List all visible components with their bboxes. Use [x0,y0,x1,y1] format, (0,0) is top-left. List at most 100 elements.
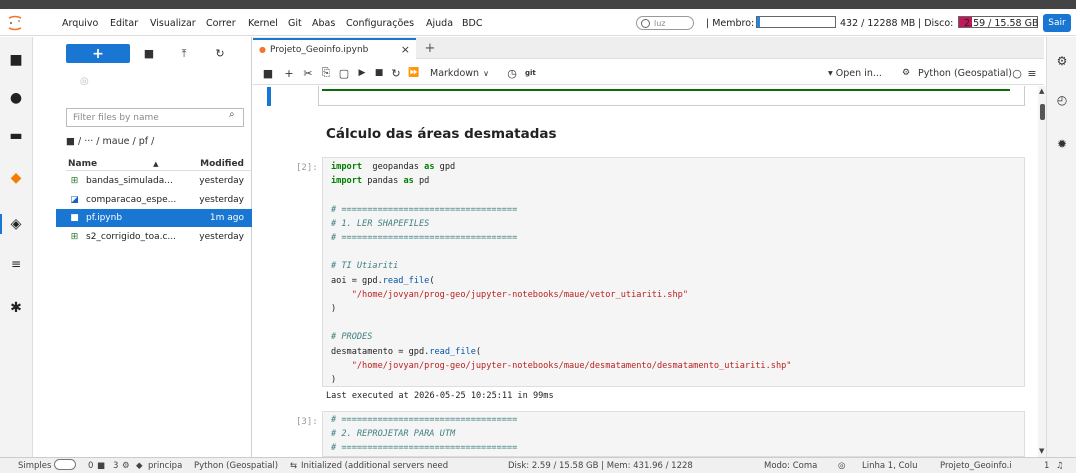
copy-icon[interactable]: ⎘ [320,66,332,80]
notebook-file-icon: ● [259,45,266,54]
tab-label: Projeto_Geoinfo.ipynb [269,44,369,55]
disk-label: | Disco: [918,18,954,29]
menu-editar[interactable]: Editar [110,18,138,29]
shield-icon: ◎ [838,461,846,471]
code-line: import pandas as pd [331,176,430,187]
code-cell-input[interactable]: # ================================== # 2.… [322,411,1025,457]
execution-info: Last executed at 2026-05-25 10:25:11 in … [326,391,554,401]
status-bar: Simples 0 ■ 3 ⚙ ◆ principa Python (Geosp… [0,457,1076,473]
filter-files-input[interactable]: Filter files by name [66,108,244,127]
new-folder-icon[interactable]: ■ [140,45,158,62]
property-inspector-icon[interactable]: ⚙ [1054,53,1070,69]
file-row[interactable]: ⊞ bandas_simulada... yesterday [56,172,252,190]
cursor-position[interactable]: Linha 1, Colu [862,461,917,471]
kernel-idle-icon: ○ [1012,66,1022,80]
git-branch-name[interactable]: principa [148,461,182,471]
memory-bar-fill [757,17,760,27]
kernels-count[interactable]: 3 [113,461,118,471]
scrollbar-thumb[interactable] [1040,104,1045,120]
lsp-status[interactable]: Initialized (additional servers need [301,461,448,471]
code-line: "/home/jovyan/prog-geo/jupyter-notebooks… [331,289,688,300]
new-launcher-button[interactable]: + [66,44,130,63]
clock-icon[interactable]: ◷ [506,66,518,80]
chevron-down-icon: ∨ [483,68,489,78]
simple-mode-label: Simples [18,461,52,471]
column-name-header[interactable]: Name [68,159,97,169]
stop-icon[interactable]: ■ [373,66,385,80]
bug-icon[interactable]: ✹ [1054,136,1070,152]
simple-mode-toggle[interactable] [54,459,76,470]
add-tab-button[interactable]: + [422,40,438,56]
file-row[interactable]: ■ pf.ipynb 1m ago [56,209,252,227]
jupyter-logo-icon [8,15,22,31]
folder-icon[interactable]: ■ [8,52,24,68]
menu-configuracoes[interactable]: Configurações [346,18,414,29]
menu-arquivo[interactable]: Arquivo [62,18,98,29]
git-clone-icon[interactable]: ◎ [80,76,89,87]
git-icon[interactable]: ◆ [8,170,24,186]
cell-type-value: Markdown [430,67,480,79]
git-diff-button[interactable]: git [525,66,536,80]
menu-kernel[interactable]: Kernel [248,18,278,29]
insert-cell-icon[interactable]: + [283,66,295,80]
refresh-icon[interactable]: ↻ [211,45,229,62]
code-line: ) [331,304,337,314]
menu-abas[interactable]: Abas [312,18,335,29]
menu-icon[interactable]: ≡ [1026,66,1038,80]
extension-icon[interactable]: ◈ [8,216,24,232]
code-line: # 2. REPROJETAR PARA UTM [331,429,456,440]
toc-icon[interactable]: ≡ [8,256,24,272]
sort-ascending-icon[interactable]: ▲ [153,160,158,168]
bell-icon[interactable]: ♫ [1056,461,1064,471]
run-icon[interactable]: ▶ [356,66,368,80]
paste-icon[interactable]: ▢ [338,66,350,80]
code-cell-input[interactable]: import geopandas as gpd import pandas as … [322,157,1025,387]
terminal-icon: ■ [97,461,106,471]
scroll-up-icon[interactable]: ▲ [1039,87,1044,95]
menu-visualizar[interactable]: Visualizar [150,18,196,29]
menu-bdc[interactable]: BDC [462,18,482,29]
code-line: # 1. LER SHAPEFILES [331,218,430,229]
breadcrumb[interactable]: ■ / ··· / maue / pf / [66,136,154,147]
cut-icon[interactable]: ✂ [302,66,314,80]
restart-run-all-icon[interactable]: ⏩ [407,66,421,80]
file-row[interactable]: ⊞ s2_corrigido_toa.c... yesterday [56,228,252,246]
logout-button[interactable]: Sair [1043,14,1071,32]
restart-icon[interactable]: ↻ [390,66,402,80]
puzzle-icon[interactable]: ✱ [8,300,24,316]
memory-bar [756,16,836,28]
menu-ajuda[interactable]: Ajuda [426,18,453,29]
file-list-header: Name ▲ Modified [66,157,252,171]
code-line: ) [331,375,337,385]
menu-git[interactable]: Git [288,18,302,29]
code-line: # ================================== [331,443,518,454]
upload-icon[interactable]: ⤒ [175,45,193,62]
cell-prompt: [2]: [296,163,318,173]
notification-count[interactable]: 1 [1044,461,1049,471]
file-row[interactable]: ◪ comparacao_espe... yesterday [56,191,252,209]
debugger-icon[interactable]: ◴ [1054,92,1070,108]
terminals-count[interactable]: 0 [88,461,93,471]
file-type-icon: ⊞ [70,176,79,186]
gear-icon[interactable]: ⚙ [900,66,912,80]
file-name: bandas_simulada... [86,176,173,186]
commands-icon[interactable]: ▬ [8,128,24,144]
tab-notebook[interactable]: ● Projeto_Geoinfo.ipynb × [253,38,416,59]
kernel-status-toggle[interactable]: luz [636,16,694,30]
kernel-name-button[interactable]: Python (Geospatial) [918,66,1012,80]
save-icon[interactable]: ■ [262,66,274,80]
lsp-icon: ⇆ [290,461,298,471]
section-heading[interactable]: Cálculo das áreas desmatadas [326,126,557,142]
column-modified-header[interactable]: Modified [200,159,244,169]
scroll-down-icon[interactable]: ▼ [1039,447,1044,455]
close-tab-icon[interactable]: × [401,43,410,56]
open-in-menu[interactable]: ▾ Open in... [828,66,882,80]
running-icon[interactable]: ● [8,90,24,106]
code-line: # ================================== [331,233,518,243]
active-panel-marker [0,214,2,234]
cell-type-select[interactable]: Markdown ∨ [430,66,489,80]
code-line: desmatamento = gpd.read_file( [331,346,482,357]
kernel-status-text[interactable]: Python (Geospatial) [194,461,278,471]
notebook-scrollbar[interactable] [1038,86,1046,457]
menu-correr[interactable]: Correr [206,18,236,29]
